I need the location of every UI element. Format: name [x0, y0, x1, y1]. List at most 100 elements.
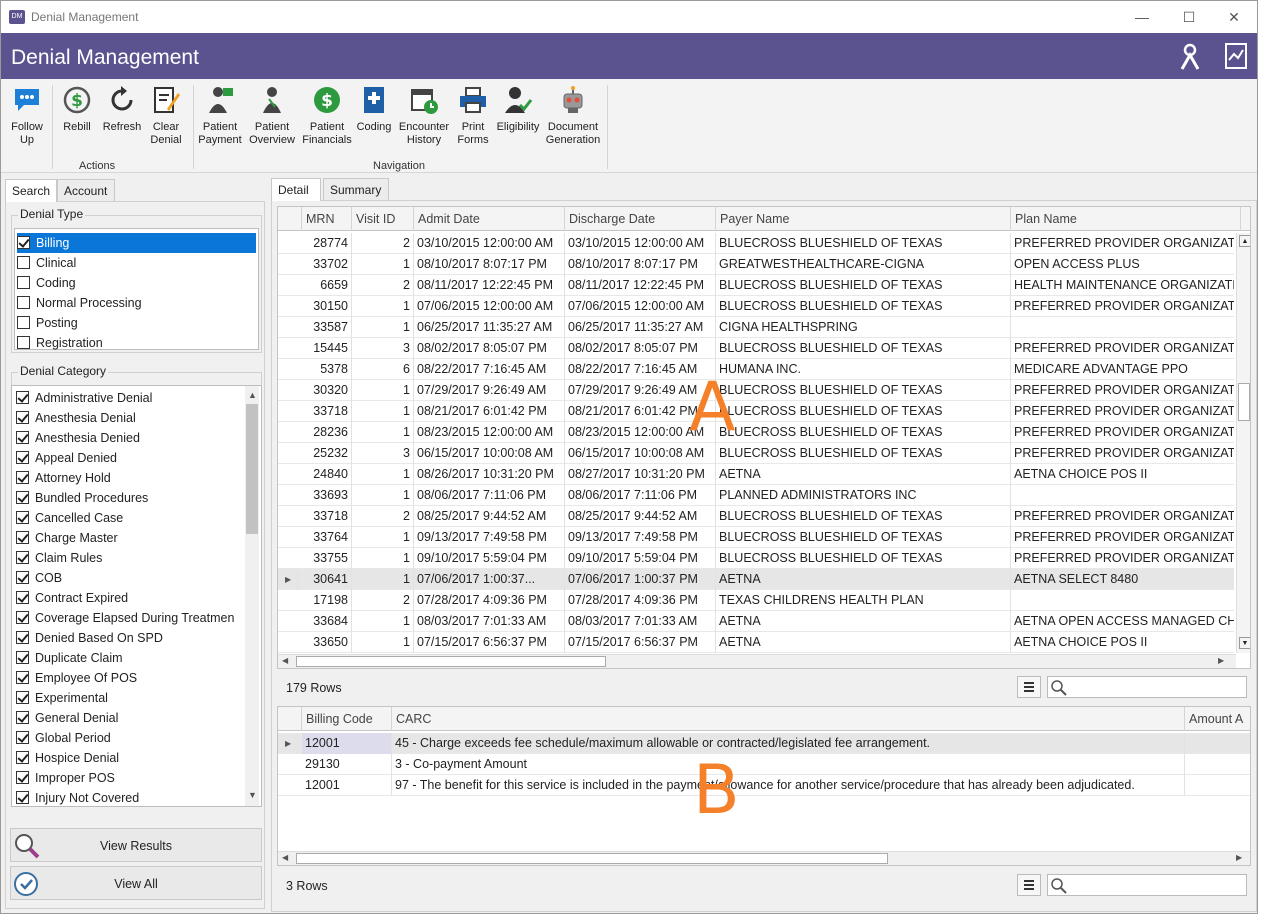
- checkbox[interactable]: [16, 571, 29, 584]
- table-cell[interactable]: BLUECROSS BLUESHIELD OF TEXAS: [716, 401, 1011, 422]
- denial-category-item[interactable]: Appeal Denied: [16, 448, 117, 468]
- denial-type-item[interactable]: Normal Processing: [17, 293, 256, 313]
- scroll-up-icon[interactable]: ▲: [1239, 235, 1250, 247]
- table-cell[interactable]: 28774: [302, 233, 352, 254]
- table-cell[interactable]: 30320: [302, 380, 352, 401]
- table-cell[interactable]: BLUECROSS BLUESHIELD OF TEXAS: [716, 548, 1011, 569]
- table-cell[interactable]: AETNA SELECT 8480: [1011, 569, 1234, 590]
- claims-search-input[interactable]: [1047, 676, 1247, 698]
- table-cell[interactable]: 07/06/2015 12:00:00 AM: [565, 296, 716, 317]
- column-header[interactable]: Discharge Date: [565, 207, 716, 231]
- scroll-up-icon[interactable]: ▲: [248, 390, 257, 400]
- table-cell[interactable]: 28236: [302, 422, 352, 443]
- denial-category-item[interactable]: Global Period: [16, 728, 111, 748]
- scroll-right-icon[interactable]: ▶: [1218, 656, 1224, 665]
- table-cell[interactable]: 08/10/2017 8:07:17 PM: [565, 254, 716, 275]
- table-cell[interactable]: 08/22/2017 7:16:45 AM: [414, 359, 565, 380]
- checkbox[interactable]: [17, 316, 30, 329]
- table-row[interactable]: 33587 1 06/25/2017 11:35:27 AM 06/25/2017 1…: [278, 317, 1234, 338]
- table-row[interactable]: 33684 1 08/03/2017 7:01:33 AM 08/03/2017 7:…: [278, 611, 1234, 632]
- table-cell[interactable]: AETNA OPEN ACCESS MANAGED CH: [1011, 611, 1234, 632]
- checkbox[interactable]: [16, 471, 29, 484]
- table-cell[interactable]: 33702: [302, 254, 352, 275]
- table-row[interactable]: 33718 2 08/25/2017 9:44:52 AM 08/25/2017 9:…: [278, 506, 1234, 527]
- checkbox[interactable]: [16, 511, 29, 524]
- table-cell[interactable]: 25232: [302, 443, 352, 464]
- table-cell[interactable]: 33693: [302, 485, 352, 506]
- table-cell[interactable]: 09/13/2017 7:49:58 PM: [565, 527, 716, 548]
- table-cell[interactable]: 29130: [302, 754, 392, 775]
- table-cell[interactable]: AETNA: [716, 632, 1011, 653]
- checkbox[interactable]: [16, 411, 29, 424]
- table-cell[interactable]: 07/28/2017 4:09:36 PM: [414, 590, 565, 611]
- table-cell[interactable]: [1011, 317, 1234, 338]
- denial-category-item[interactable]: Coverage Elapsed During Treatmen: [16, 608, 234, 628]
- checkbox[interactable]: [16, 491, 29, 504]
- h-scroll-thumb[interactable]: [296, 853, 888, 864]
- table-cell[interactable]: [1185, 754, 1250, 775]
- table-cell[interactable]: 6: [352, 359, 414, 380]
- table-cell[interactable]: BLUECROSS BLUESHIELD OF TEXAS: [716, 296, 1011, 317]
- billing-horizontal-scrollbar[interactable]: ◀ ▶: [278, 851, 1250, 865]
- table-cell[interactable]: 07/06/2017 1:00:37 PM: [565, 569, 716, 590]
- table-cell[interactable]: 15445: [302, 338, 352, 359]
- table-row[interactable]: 25232 3 06/15/2017 10:00:08 AM 06/15/2017 1…: [278, 443, 1234, 464]
- table-cell[interactable]: 08/02/2017 8:05:07 PM: [414, 338, 565, 359]
- table-cell[interactable]: BLUECROSS BLUESHIELD OF TEXAS: [716, 422, 1011, 443]
- table-cell[interactable]: 5378: [302, 359, 352, 380]
- table-cell[interactable]: GREATWESTHEALTHCARE-CIGNA: [716, 254, 1011, 275]
- scroll-left-icon[interactable]: ◀: [282, 656, 288, 665]
- table-cell[interactable]: BLUECROSS BLUESHIELD OF TEXAS: [716, 527, 1011, 548]
- table-cell[interactable]: 08/23/2015 12:00:00 AM: [414, 422, 565, 443]
- checkbox[interactable]: [16, 651, 29, 664]
- table-cell[interactable]: AETNA: [716, 464, 1011, 485]
- table-cell[interactable]: 08/26/2017 10:31:20 PM: [414, 464, 565, 485]
- table-cell[interactable]: PREFERRED PROVIDER ORGANIZATIO: [1011, 443, 1234, 464]
- h-scroll-thumb[interactable]: [296, 656, 606, 667]
- scroll-down-icon[interactable]: ▼: [1239, 637, 1250, 649]
- table-cell[interactable]: 06/25/2017 11:35:27 AM: [414, 317, 565, 338]
- checkbox[interactable]: [16, 391, 29, 404]
- table-cell[interactable]: 08/03/2017 7:01:33 AM: [414, 611, 565, 632]
- encounter-history-button[interactable]: Encounter History: [397, 85, 451, 147]
- table-cell[interactable]: OPEN ACCESS PLUS: [1011, 254, 1234, 275]
- table-cell[interactable]: [1185, 775, 1250, 796]
- maximize-button[interactable]: ☐: [1169, 5, 1209, 29]
- table-cell[interactable]: PREFERRED PROVIDER ORGANIZATIO: [1011, 527, 1234, 548]
- denial-category-item[interactable]: Anesthesia Denied: [16, 428, 140, 448]
- checkbox[interactable]: [16, 731, 29, 744]
- table-cell[interactable]: 1: [352, 317, 414, 338]
- table-cell[interactable]: 97 - The benefit for this service is inc…: [392, 775, 1185, 796]
- billing-search-input[interactable]: [1047, 874, 1247, 896]
- column-header[interactable]: Plan Name: [1011, 207, 1241, 231]
- denial-category-item[interactable]: Hospice Denial: [16, 748, 119, 768]
- table-cell[interactable]: 33718: [302, 506, 352, 527]
- table-cell[interactable]: 09/10/2017 5:59:04 PM: [565, 548, 716, 569]
- checkbox[interactable]: [16, 611, 29, 624]
- checkbox[interactable]: [16, 451, 29, 464]
- denial-type-item[interactable]: Coding: [17, 273, 256, 293]
- table-cell[interactable]: PREFERRED PROVIDER ORGANIZATIO: [1011, 548, 1234, 569]
- table-cell[interactable]: HUMANA INC.: [716, 359, 1011, 380]
- checkbox[interactable]: [17, 236, 30, 249]
- table-cell[interactable]: 03/10/2015 12:00:00 AM: [565, 233, 716, 254]
- table-cell[interactable]: 1: [352, 254, 414, 275]
- table-cell[interactable]: 33764: [302, 527, 352, 548]
- denial-category-item[interactable]: Denied Based On SPD: [16, 628, 163, 648]
- table-cell[interactable]: HEALTH MAINTENANCE ORGANIZATI: [1011, 275, 1234, 296]
- table-cell[interactable]: BLUECROSS BLUESHIELD OF TEXAS: [716, 275, 1011, 296]
- table-cell[interactable]: 07/15/2017 6:56:37 PM: [414, 632, 565, 653]
- denial-category-item[interactable]: Improper POS: [16, 768, 115, 788]
- table-cell[interactable]: AETNA: [716, 611, 1011, 632]
- eligibility-button[interactable]: Eligibility: [495, 85, 541, 134]
- checkbox[interactable]: [16, 671, 29, 684]
- table-cell[interactable]: 08/25/2017 9:44:52 AM: [565, 506, 716, 527]
- table-cell[interactable]: 1: [352, 380, 414, 401]
- table-cell[interactable]: 1: [352, 422, 414, 443]
- table-cell[interactable]: 06/25/2017 11:35:27 AM: [565, 317, 716, 338]
- column-header[interactable]: Billing Code: [302, 707, 392, 731]
- table-row[interactable]: ▶ 30641 1 07/06/2017 1:00:37... 07/06/2017 1…: [278, 569, 1234, 590]
- checkbox[interactable]: [16, 591, 29, 604]
- table-cell[interactable]: 09/10/2017 5:59:04 PM: [414, 548, 565, 569]
- checkbox[interactable]: [17, 296, 30, 309]
